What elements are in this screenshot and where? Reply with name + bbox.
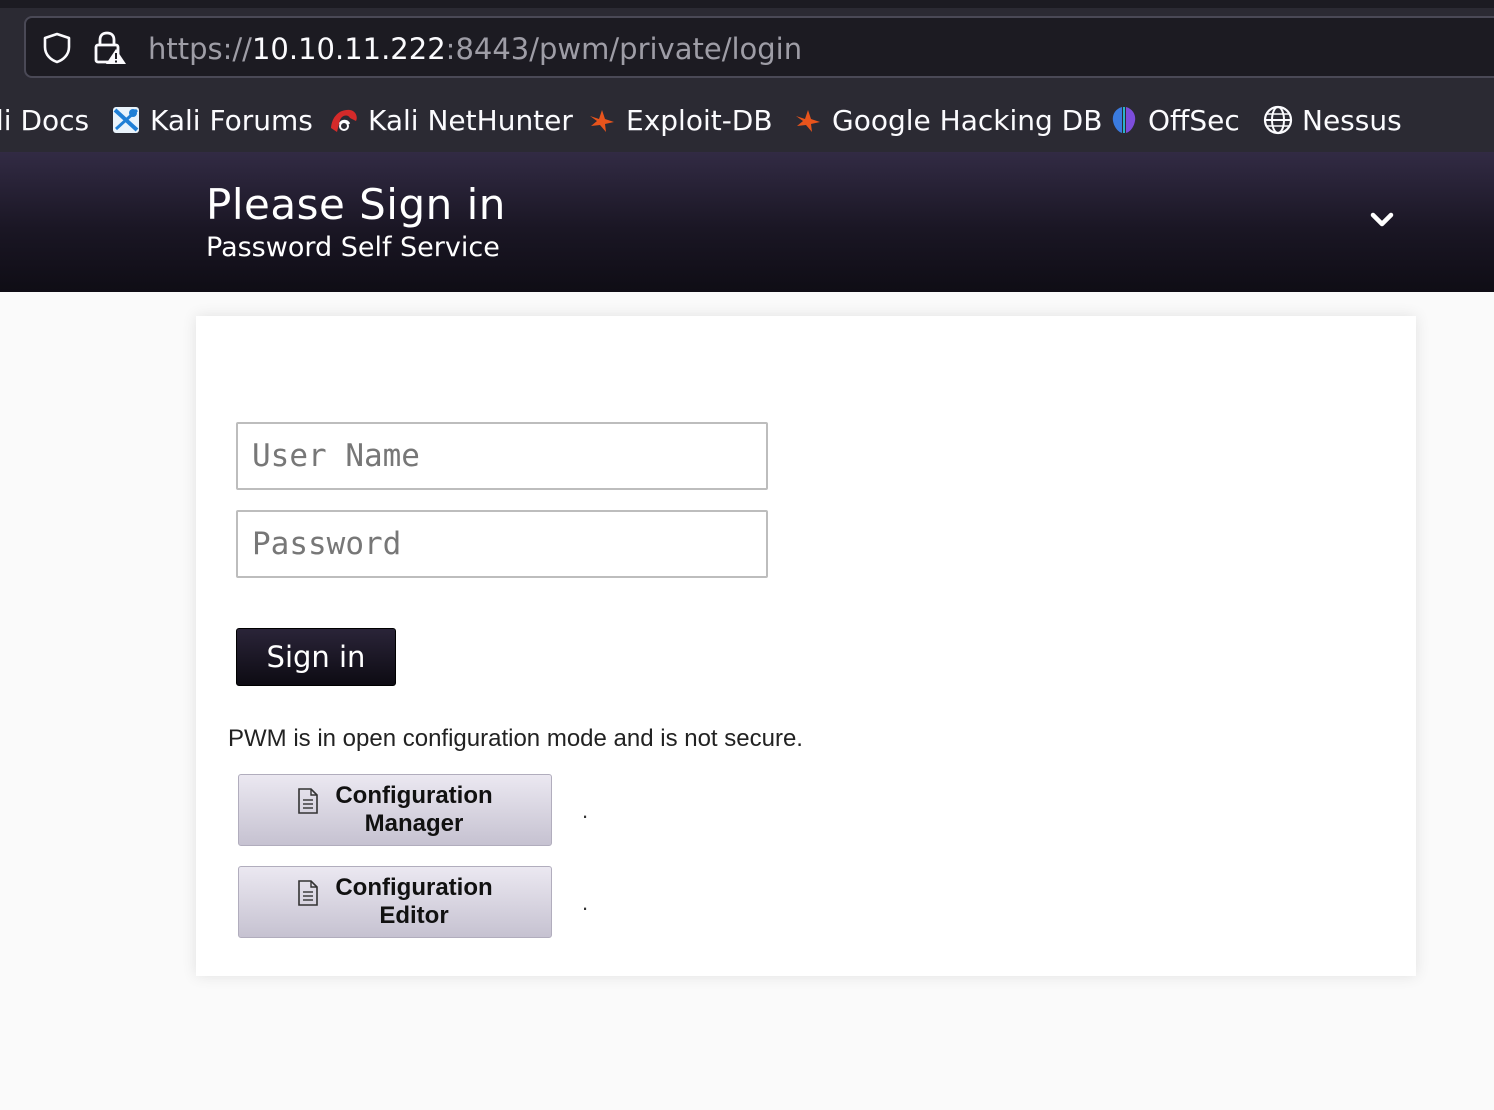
bookmark-label: Nessus — [1302, 103, 1402, 137]
url-text[interactable]: https://10.10.11.222:8443/pwm/private/lo… — [148, 32, 802, 66]
configuration-manager-button[interactable]: Configuration Manager — [238, 774, 552, 846]
document-icon — [298, 788, 319, 814]
configuration-editor-button[interactable]: Configuration Editor — [238, 866, 552, 938]
bookmark-label: Exploit-DB — [626, 103, 773, 137]
bookmark-label: li Docs — [0, 103, 90, 137]
configuration-manager-label: Configuration Manager — [335, 782, 493, 837]
bookmark-label: Google Hacking DB — [832, 103, 1103, 137]
page-subtitle: Password Self Service — [206, 232, 500, 263]
page-header: Please Sign in Password Self Service — [0, 152, 1494, 292]
url-scheme: https:// — [148, 32, 252, 66]
bookmark-label: OffSec — [1148, 103, 1240, 137]
chevron-down-icon[interactable] — [1364, 204, 1400, 234]
ghdb-icon — [796, 110, 820, 132]
bookmark-kali-forums[interactable]: Kali Forums — [110, 102, 313, 138]
bookmark-label: Kali NetHunter — [368, 103, 573, 137]
bookmark-exploit-db[interactable]: Exploit-DB — [586, 102, 773, 138]
document-icon — [298, 880, 319, 906]
shield-icon[interactable] — [42, 32, 72, 64]
url-bar[interactable]: https://10.10.11.222:8443/pwm/private/lo… — [24, 16, 1494, 78]
configuration-manager-description: . — [582, 798, 589, 823]
tab-strip — [0, 0, 1494, 8]
bookmark-offsec[interactable]: OffSec — [1108, 102, 1240, 138]
offsec-icon — [1112, 107, 1136, 133]
bookmark-nessus[interactable]: Nessus — [1262, 102, 1402, 138]
configuration-editor-label: Configuration Editor — [335, 874, 493, 929]
nethunter-icon — [331, 109, 357, 132]
url-path: :8443/pwm/private/login — [445, 32, 803, 66]
bookmark-kali-nethunter[interactable]: Kali NetHunter — [328, 102, 573, 138]
bookmark-label: Kali Forums — [150, 103, 313, 137]
browser-chrome: https://10.10.11.222:8443/pwm/private/lo… — [0, 0, 1494, 152]
kali-forums-icon — [113, 107, 139, 133]
bookmarks-toolbar: li Docs Kali Forums Kali NetHunter Explo… — [0, 92, 1494, 148]
sign-in-button[interactable]: Sign in — [236, 628, 396, 686]
login-panel: Sign in PWM is in open configuration mod… — [196, 316, 1416, 976]
exploit-db-icon — [590, 110, 614, 132]
url-host: 10.10.11.222 — [251, 32, 446, 66]
bookmark-google-hacking-db[interactable]: Google Hacking DB — [792, 102, 1102, 138]
config-mode-warning: PWM is in open configuration mode and is… — [228, 725, 803, 752]
page-title: Please Sign in — [206, 180, 506, 229]
lock-warning-icon[interactable] — [92, 30, 128, 66]
bookmark-kali-docs[interactable]: li Docs — [0, 102, 89, 138]
globe-icon — [1263, 105, 1293, 135]
configuration-editor-description: . — [582, 890, 589, 915]
username-input[interactable] — [236, 422, 768, 490]
password-input[interactable] — [236, 510, 768, 578]
